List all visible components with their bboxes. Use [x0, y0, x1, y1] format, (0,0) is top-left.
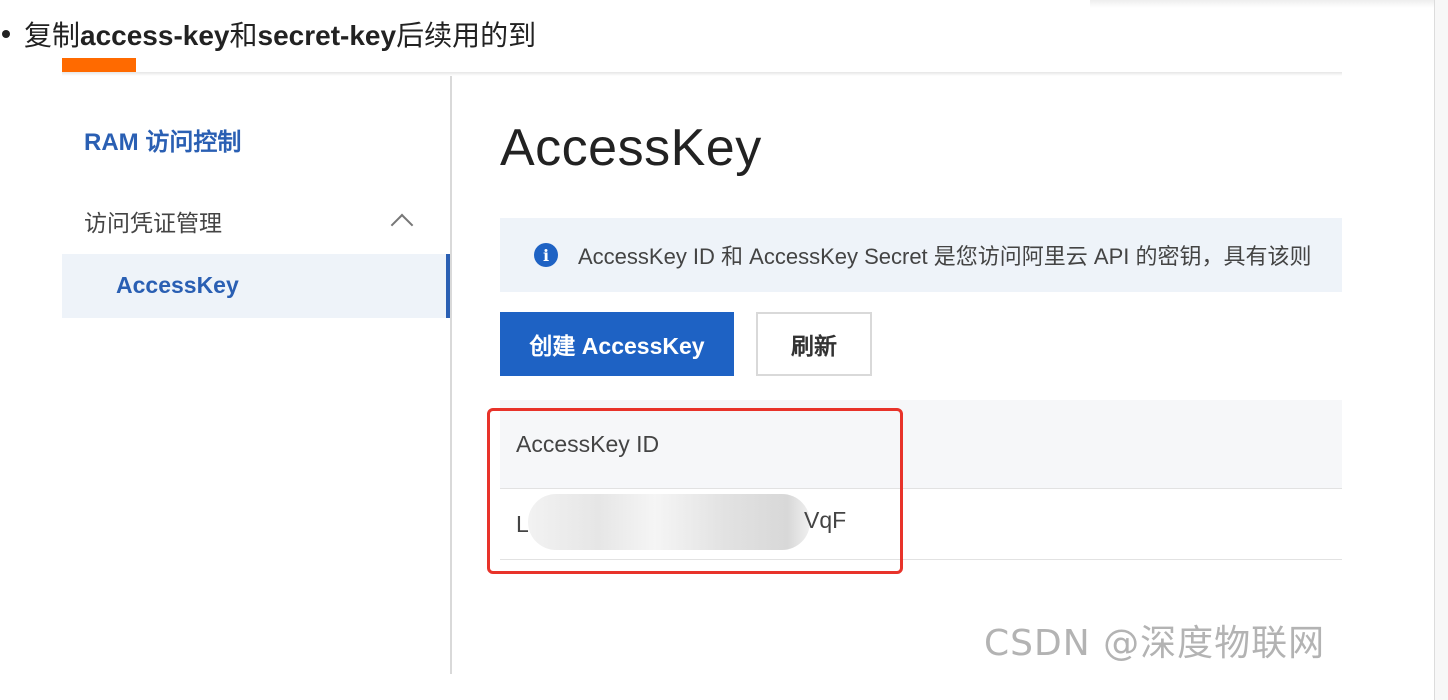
- refresh-button[interactable]: 刷新: [756, 312, 872, 376]
- info-notice: i AccessKey ID 和 AccessKey Secret 是您访问阿里…: [500, 218, 1342, 292]
- create-accesskey-button[interactable]: 创建 AccessKey: [500, 312, 734, 376]
- sidebar-item-label: AccessKey: [116, 272, 239, 298]
- instruction-line: 复制access-key和secret-key后续用的到: [0, 12, 536, 56]
- sidebar: [62, 76, 450, 674]
- sidebar-group-credentials[interactable]: 访问凭证管理: [84, 204, 424, 238]
- console-screenshot: RAM 访问控制 访问凭证管理 AccessKey AccessKey i Ac…: [62, 58, 1342, 674]
- sidebar-divider: [450, 76, 452, 674]
- access-key-term: access-key: [80, 20, 230, 51]
- watermark: CSDN @深度物联网: [984, 623, 1326, 664]
- chevron-up-icon[interactable]: [390, 213, 414, 237]
- sidebar-item-accesskey[interactable]: AccessKey: [62, 254, 450, 318]
- instruction-text: 复制access-key和secret-key后续用的到: [24, 20, 537, 51]
- sidebar-title[interactable]: RAM 访问控制: [84, 122, 241, 157]
- info-icon: i: [534, 243, 558, 267]
- page-top-shadow: [1090, 0, 1434, 8]
- active-item-marker: [446, 254, 450, 318]
- highlight-box: [487, 408, 903, 574]
- page-scrollbar[interactable]: [1434, 0, 1448, 700]
- console-brand-bar: [62, 58, 136, 72]
- sidebar-group-label: 访问凭证管理: [84, 210, 222, 236]
- page-title: AccessKey: [500, 119, 762, 177]
- secret-key-term: secret-key: [257, 20, 397, 51]
- notice-text: AccessKey ID 和 AccessKey Secret 是您访问阿里云 …: [578, 244, 1312, 269]
- bullet-icon: [2, 30, 10, 38]
